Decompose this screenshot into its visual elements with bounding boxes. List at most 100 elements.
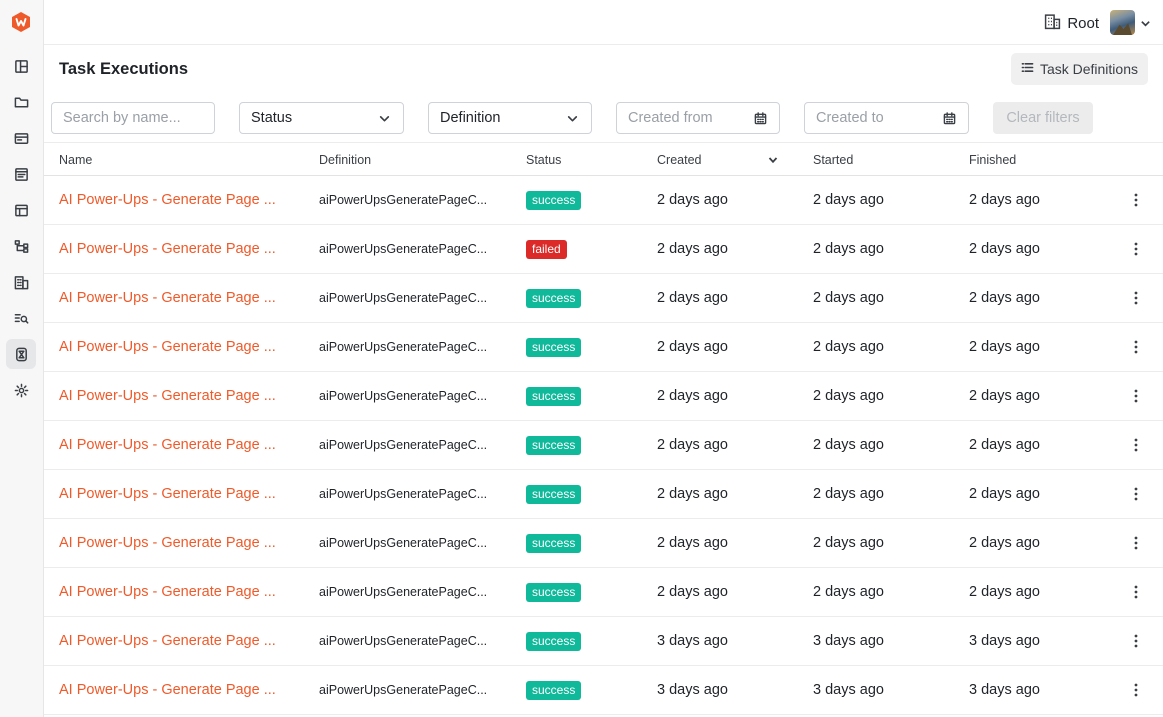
column-header-started[interactable]: Started bbox=[813, 153, 853, 167]
table-row[interactable]: AI Power-Ups - Generate Page ... aiPowerU… bbox=[44, 176, 1163, 225]
column-header-created[interactable]: Created bbox=[657, 153, 701, 167]
sidebar-item-hourglass[interactable] bbox=[6, 339, 36, 369]
search-placeholder: Search by name... bbox=[63, 110, 181, 126]
more-vertical-icon[interactable] bbox=[1129, 288, 1143, 308]
task-definitions-button[interactable]: Task Definitions bbox=[1010, 53, 1148, 85]
table-row[interactable]: AI Power-Ups - Generate Page ... aiPowerU… bbox=[44, 421, 1163, 470]
sidebar-item-gear[interactable] bbox=[6, 375, 36, 405]
task-name-link[interactable]: AI Power-Ups - Generate Page ... bbox=[59, 192, 276, 208]
table-row[interactable]: AI Power-Ups - Generate Page ... aiPowerU… bbox=[44, 519, 1163, 568]
created-from-input[interactable]: Created from bbox=[616, 102, 780, 134]
sidebar bbox=[0, 0, 44, 717]
task-name-link[interactable]: AI Power-Ups - Generate Page ... bbox=[59, 584, 276, 600]
task-name-link[interactable]: AI Power-Ups - Generate Page ... bbox=[59, 535, 276, 551]
task-name-link[interactable]: AI Power-Ups - Generate Page ... bbox=[59, 486, 276, 502]
created-time: 3 days ago bbox=[657, 633, 728, 649]
table-row[interactable]: AI Power-Ups - Generate Page ... aiPowerU… bbox=[44, 617, 1163, 666]
sidebar-item-building[interactable] bbox=[6, 267, 36, 297]
finished-time: 3 days ago bbox=[969, 682, 1040, 698]
task-definition: aiPowerUpsGeneratePageC... bbox=[319, 634, 488, 648]
table-row[interactable]: AI Power-Ups - Generate Page ... aiPowerU… bbox=[44, 372, 1163, 421]
sidebar-item-table[interactable] bbox=[6, 195, 36, 225]
sidebar-item-search-list[interactable] bbox=[6, 303, 36, 333]
column-header-name[interactable]: Name bbox=[59, 153, 92, 167]
calendar-icon[interactable] bbox=[943, 112, 956, 125]
topbar: Root bbox=[44, 0, 1163, 45]
created-to-input[interactable]: Created to bbox=[804, 102, 969, 134]
status-badge: success bbox=[526, 191, 582, 210]
finished-time: 2 days ago bbox=[969, 584, 1040, 600]
avatar[interactable] bbox=[1110, 10, 1135, 35]
chevron-down-icon bbox=[378, 112, 391, 125]
table-row[interactable]: AI Power-Ups - Generate Page ... aiPowerU… bbox=[44, 323, 1163, 372]
calendar-icon[interactable] bbox=[754, 112, 767, 125]
more-vertical-icon[interactable] bbox=[1129, 337, 1143, 357]
table-row[interactable]: AI Power-Ups - Generate Page ... aiPowerU… bbox=[44, 568, 1163, 617]
more-vertical-icon[interactable] bbox=[1129, 582, 1143, 602]
more-vertical-icon[interactable] bbox=[1129, 484, 1143, 504]
column-header-status[interactable]: Status bbox=[526, 153, 561, 167]
started-time: 2 days ago bbox=[813, 437, 884, 453]
task-name-link[interactable]: AI Power-Ups - Generate Page ... bbox=[59, 241, 276, 257]
org-switcher[interactable]: Root bbox=[1044, 13, 1099, 34]
w-logo-icon[interactable] bbox=[10, 11, 32, 33]
finished-time: 2 days ago bbox=[969, 535, 1040, 551]
started-time: 2 days ago bbox=[813, 192, 884, 208]
task-name-link[interactable]: AI Power-Ups - Generate Page ... bbox=[59, 633, 276, 649]
definition-select[interactable]: Definition bbox=[428, 102, 592, 134]
sidebar-item-document[interactable] bbox=[6, 159, 36, 189]
more-vertical-icon[interactable] bbox=[1129, 435, 1143, 455]
more-vertical-icon[interactable] bbox=[1129, 680, 1143, 700]
task-definition: aiPowerUpsGeneratePageC... bbox=[319, 340, 488, 354]
started-time: 2 days ago bbox=[813, 535, 884, 551]
more-vertical-icon[interactable] bbox=[1129, 239, 1143, 259]
sidebar-item-layout[interactable] bbox=[6, 51, 36, 81]
clear-filters-button[interactable]: Clear filters bbox=[993, 102, 1093, 134]
status-badge: failed bbox=[526, 240, 567, 259]
task-name-link[interactable]: AI Power-Ups - Generate Page ... bbox=[59, 290, 276, 306]
task-name-link[interactable]: AI Power-Ups - Generate Page ... bbox=[59, 339, 276, 355]
more-vertical-icon[interactable] bbox=[1129, 386, 1143, 406]
hourglass-icon bbox=[14, 347, 29, 362]
status-badge: success bbox=[526, 338, 582, 357]
task-name-link[interactable]: AI Power-Ups - Generate Page ... bbox=[59, 388, 276, 404]
sidebar-item-sitemap[interactable] bbox=[6, 231, 36, 261]
finished-time: 2 days ago bbox=[969, 486, 1040, 502]
sort-desc-icon[interactable] bbox=[768, 154, 778, 164]
created-from-placeholder: Created from bbox=[628, 110, 713, 126]
finished-time: 2 days ago bbox=[969, 241, 1040, 257]
sidebar-item-media[interactable] bbox=[6, 123, 36, 153]
chevron-down-icon[interactable] bbox=[1140, 16, 1151, 27]
org-label: Root bbox=[1067, 15, 1099, 32]
status-select[interactable]: Status bbox=[239, 102, 404, 134]
task-definition: aiPowerUpsGeneratePageC... bbox=[319, 193, 488, 207]
finished-time: 2 days ago bbox=[969, 192, 1040, 208]
table-row[interactable]: AI Power-Ups - Generate Page ... aiPowerU… bbox=[44, 225, 1163, 274]
layout-icon bbox=[14, 59, 29, 74]
more-vertical-icon[interactable] bbox=[1129, 190, 1143, 210]
created-time: 2 days ago bbox=[657, 388, 728, 404]
table-row[interactable]: AI Power-Ups - Generate Page ... aiPowerU… bbox=[44, 470, 1163, 519]
list-icon bbox=[1021, 61, 1034, 77]
created-time: 2 days ago bbox=[657, 241, 728, 257]
more-vertical-icon[interactable] bbox=[1129, 533, 1143, 553]
started-time: 3 days ago bbox=[813, 682, 884, 698]
search-input[interactable]: Search by name... bbox=[51, 102, 215, 134]
document-icon bbox=[14, 167, 29, 182]
sidebar-item-folder[interactable] bbox=[6, 87, 36, 117]
finished-time: 3 days ago bbox=[969, 633, 1040, 649]
page-title: Task Executions bbox=[59, 60, 188, 78]
column-header-finished[interactable]: Finished bbox=[969, 153, 1016, 167]
task-definition: aiPowerUpsGeneratePageC... bbox=[319, 291, 488, 305]
task-name-link[interactable]: AI Power-Ups - Generate Page ... bbox=[59, 437, 276, 453]
more-vertical-icon[interactable] bbox=[1129, 631, 1143, 651]
started-time: 3 days ago bbox=[813, 633, 884, 649]
table-row[interactable]: AI Power-Ups - Generate Page ... aiPowerU… bbox=[44, 274, 1163, 323]
task-definition: aiPowerUpsGeneratePageC... bbox=[319, 389, 488, 403]
task-definition: aiPowerUpsGeneratePageC... bbox=[319, 487, 488, 501]
table-row[interactable]: AI Power-Ups - Generate Page ... aiPowerU… bbox=[44, 666, 1163, 715]
column-header-definition[interactable]: Definition bbox=[319, 153, 371, 167]
task-definitions-label: Task Definitions bbox=[1039, 61, 1138, 77]
task-name-link[interactable]: AI Power-Ups - Generate Page ... bbox=[59, 682, 276, 698]
table-header: Name Definition Status Created Started F… bbox=[44, 142, 1163, 176]
